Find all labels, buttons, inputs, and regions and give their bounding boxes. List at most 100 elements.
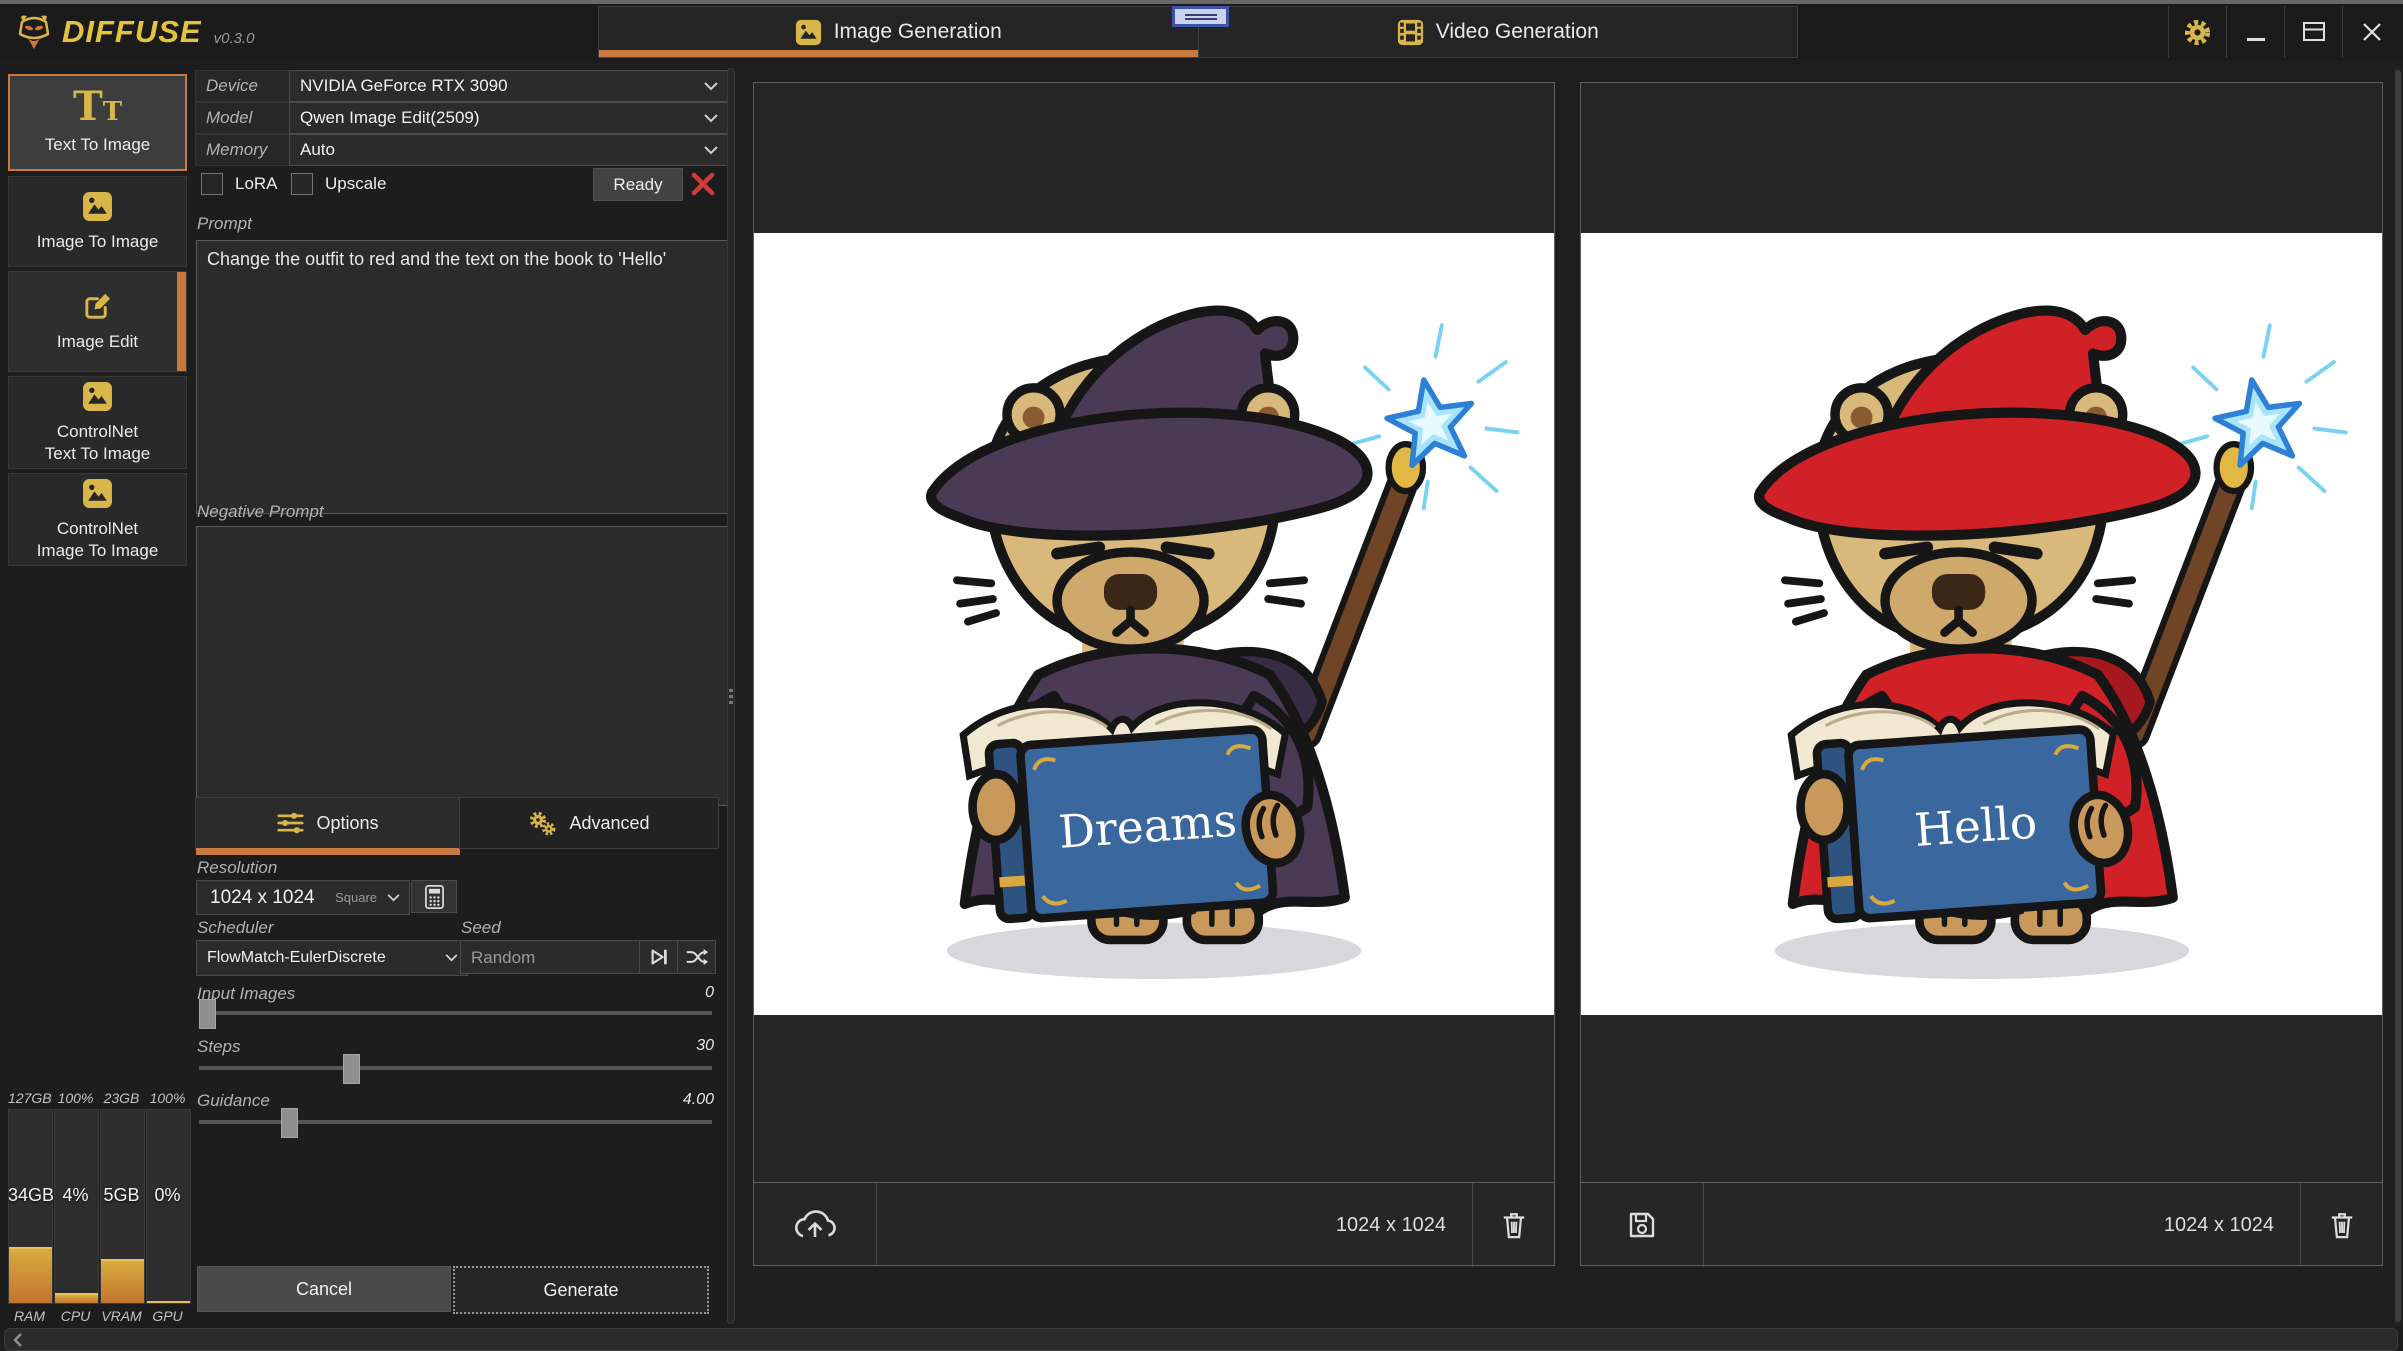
monitor-gpu: 100% 0% GPU [146, 1090, 189, 1330]
monitor-name: CPU [54, 1308, 97, 1324]
config-panel: Device NVIDIA GeForce RTX 3090 Model Qwe… [195, 64, 718, 1351]
resolution-calculator-button[interactable] [411, 880, 457, 913]
tab-options[interactable]: Options [195, 797, 461, 849]
memory-value: Auto [300, 140, 335, 160]
model-value: Qwen Image Edit(2509) [300, 108, 480, 128]
tab-label: Video Generation [1436, 20, 1599, 44]
sidebar-item-image-to-image[interactable]: Image To Image [8, 176, 187, 267]
cancel-button[interactable]: Cancel [197, 1266, 451, 1312]
sidebar-item-label: ControlNet [57, 422, 138, 441]
cancel-load-icon[interactable] [690, 171, 716, 197]
monitor-current: 0% [146, 1185, 189, 1206]
close-button[interactable] [2342, 6, 2400, 58]
steps-value: 30 [696, 1037, 714, 1055]
panel-splitter[interactable] [727, 68, 735, 1324]
capybara-wizard-illustration: Dreams [763, 233, 1545, 1015]
seed-last-button[interactable] [639, 941, 677, 973]
gear-icon [2184, 19, 2211, 46]
lora-checkbox[interactable] [201, 173, 223, 195]
image-icon [795, 19, 822, 46]
output-image-panel: Hello [1580, 82, 2383, 1266]
memory-label: Memory [195, 134, 298, 166]
model-label: Model [195, 102, 298, 134]
sidebar-item-image-edit[interactable]: Image Edit [8, 271, 187, 372]
upscale-label: Upscale [325, 174, 386, 194]
seed-randomize-button[interactable] [677, 941, 715, 973]
horizontal-scrollbar[interactable] [4, 1328, 2398, 1351]
negative-prompt-input[interactable] [196, 526, 738, 806]
monitor-max: 100% [54, 1090, 97, 1106]
generate-button[interactable]: Generate [453, 1266, 709, 1314]
sidebar-item-controlnet-image-to-image[interactable]: ControlNet Image To Image [8, 473, 187, 566]
tab-image-generation[interactable]: Image Generation [599, 7, 1198, 57]
sidebar-item-label: Image To Image [37, 541, 159, 560]
clear-input-image-button[interactable] [1472, 1183, 1554, 1267]
scheduler-select[interactable]: FlowMatch-EulerDiscrete [196, 940, 468, 976]
output-panel-toolbar: 1024 x 1024 [1581, 1182, 2382, 1267]
chevron-left-icon [13, 1333, 23, 1347]
device-label: Device [195, 70, 298, 102]
input-image[interactable]: Dreams [754, 233, 1554, 1015]
status-badge[interactable]: Ready [593, 168, 683, 201]
steps-slider[interactable] [199, 1066, 712, 1070]
seed-label: Seed [461, 918, 501, 938]
guidance-value: 4.00 [683, 1091, 714, 1109]
model-select[interactable]: Qwen Image Edit(2509) [289, 102, 728, 134]
shuffle-icon [685, 948, 709, 966]
input-image-panel: Dreams [753, 82, 1555, 1266]
tab-label: Options [316, 813, 378, 834]
sidebar-item-controlnet-text-to-image[interactable]: ControlNet Text To Image [8, 376, 187, 469]
chevron-down-icon [445, 954, 458, 962]
device-value: NVIDIA GeForce RTX 3090 [300, 76, 508, 96]
input-images-value: 0 [705, 984, 714, 1002]
edit-icon [82, 291, 113, 322]
book-title: Hello [1912, 796, 2038, 857]
monitor-bar [54, 1109, 99, 1304]
panel-drag-handle[interactable] [1172, 6, 1229, 27]
sidebar-item-label: ControlNet [57, 519, 138, 538]
resolution-value: 1024 x 1024 [197, 887, 315, 909]
slider-handle[interactable] [343, 1054, 360, 1084]
image-icon [82, 191, 113, 222]
guidance-label: Guidance [197, 1091, 270, 1111]
device-select[interactable]: NVIDIA GeForce RTX 3090 [289, 70, 728, 102]
guidance-slider[interactable] [199, 1120, 712, 1124]
lora-label: LoRA [235, 174, 278, 194]
output-image[interactable]: Hello [1581, 233, 2382, 1015]
gears-icon [528, 810, 557, 837]
monitor-bar [100, 1109, 145, 1304]
upscale-checkbox[interactable] [291, 173, 313, 195]
resolution-preset: Square [335, 890, 377, 905]
prompt-label: Prompt [197, 214, 252, 234]
app-logo: DIFFUSE v0.3.0 [14, 10, 255, 54]
sidebar-item-label: Text To Image [45, 135, 151, 154]
upload-image-button[interactable] [754, 1183, 877, 1267]
save-image-button[interactable] [1581, 1183, 1704, 1267]
vertical-scrollbar[interactable] [2394, 68, 2402, 1324]
monitor-name: VRAM [100, 1308, 143, 1324]
sidebar-item-text-to-image[interactable]: TT Text To Image [8, 74, 187, 171]
resolution-label: Resolution [197, 858, 277, 878]
settings-button[interactable] [2168, 6, 2226, 58]
slider-handle[interactable] [281, 1108, 298, 1138]
prompt-input[interactable]: Change the outfit to red and the text on… [196, 240, 738, 514]
magic-star [2179, 325, 2346, 508]
chevron-down-icon [704, 146, 718, 155]
maximize-button[interactable] [2284, 6, 2342, 58]
tab-advanced[interactable]: Advanced [459, 797, 719, 849]
clear-output-image-button[interactable] [2300, 1183, 2382, 1267]
memory-select[interactable]: Auto [289, 134, 728, 166]
monitor-bar [8, 1109, 53, 1304]
image-icon [82, 381, 113, 412]
input-panel-toolbar: 1024 x 1024 [754, 1182, 1554, 1267]
input-images-slider[interactable] [199, 1011, 712, 1015]
mascot-icon [14, 12, 54, 52]
capybara-wizard-illustration: Hello [1591, 233, 2373, 1015]
monitor-name: GPU [146, 1308, 189, 1324]
tab-video-generation[interactable]: Video Generation [1198, 7, 1798, 57]
resolution-select[interactable]: 1024 x 1024 Square [196, 880, 410, 915]
minimize-button[interactable] [2226, 6, 2284, 58]
window-controls [2168, 6, 2400, 58]
slider-handle[interactable] [199, 999, 216, 1029]
resource-monitors: 127GB 34GB RAM 100% 4% CPU 23GB 5GB VRAM… [8, 1090, 190, 1330]
